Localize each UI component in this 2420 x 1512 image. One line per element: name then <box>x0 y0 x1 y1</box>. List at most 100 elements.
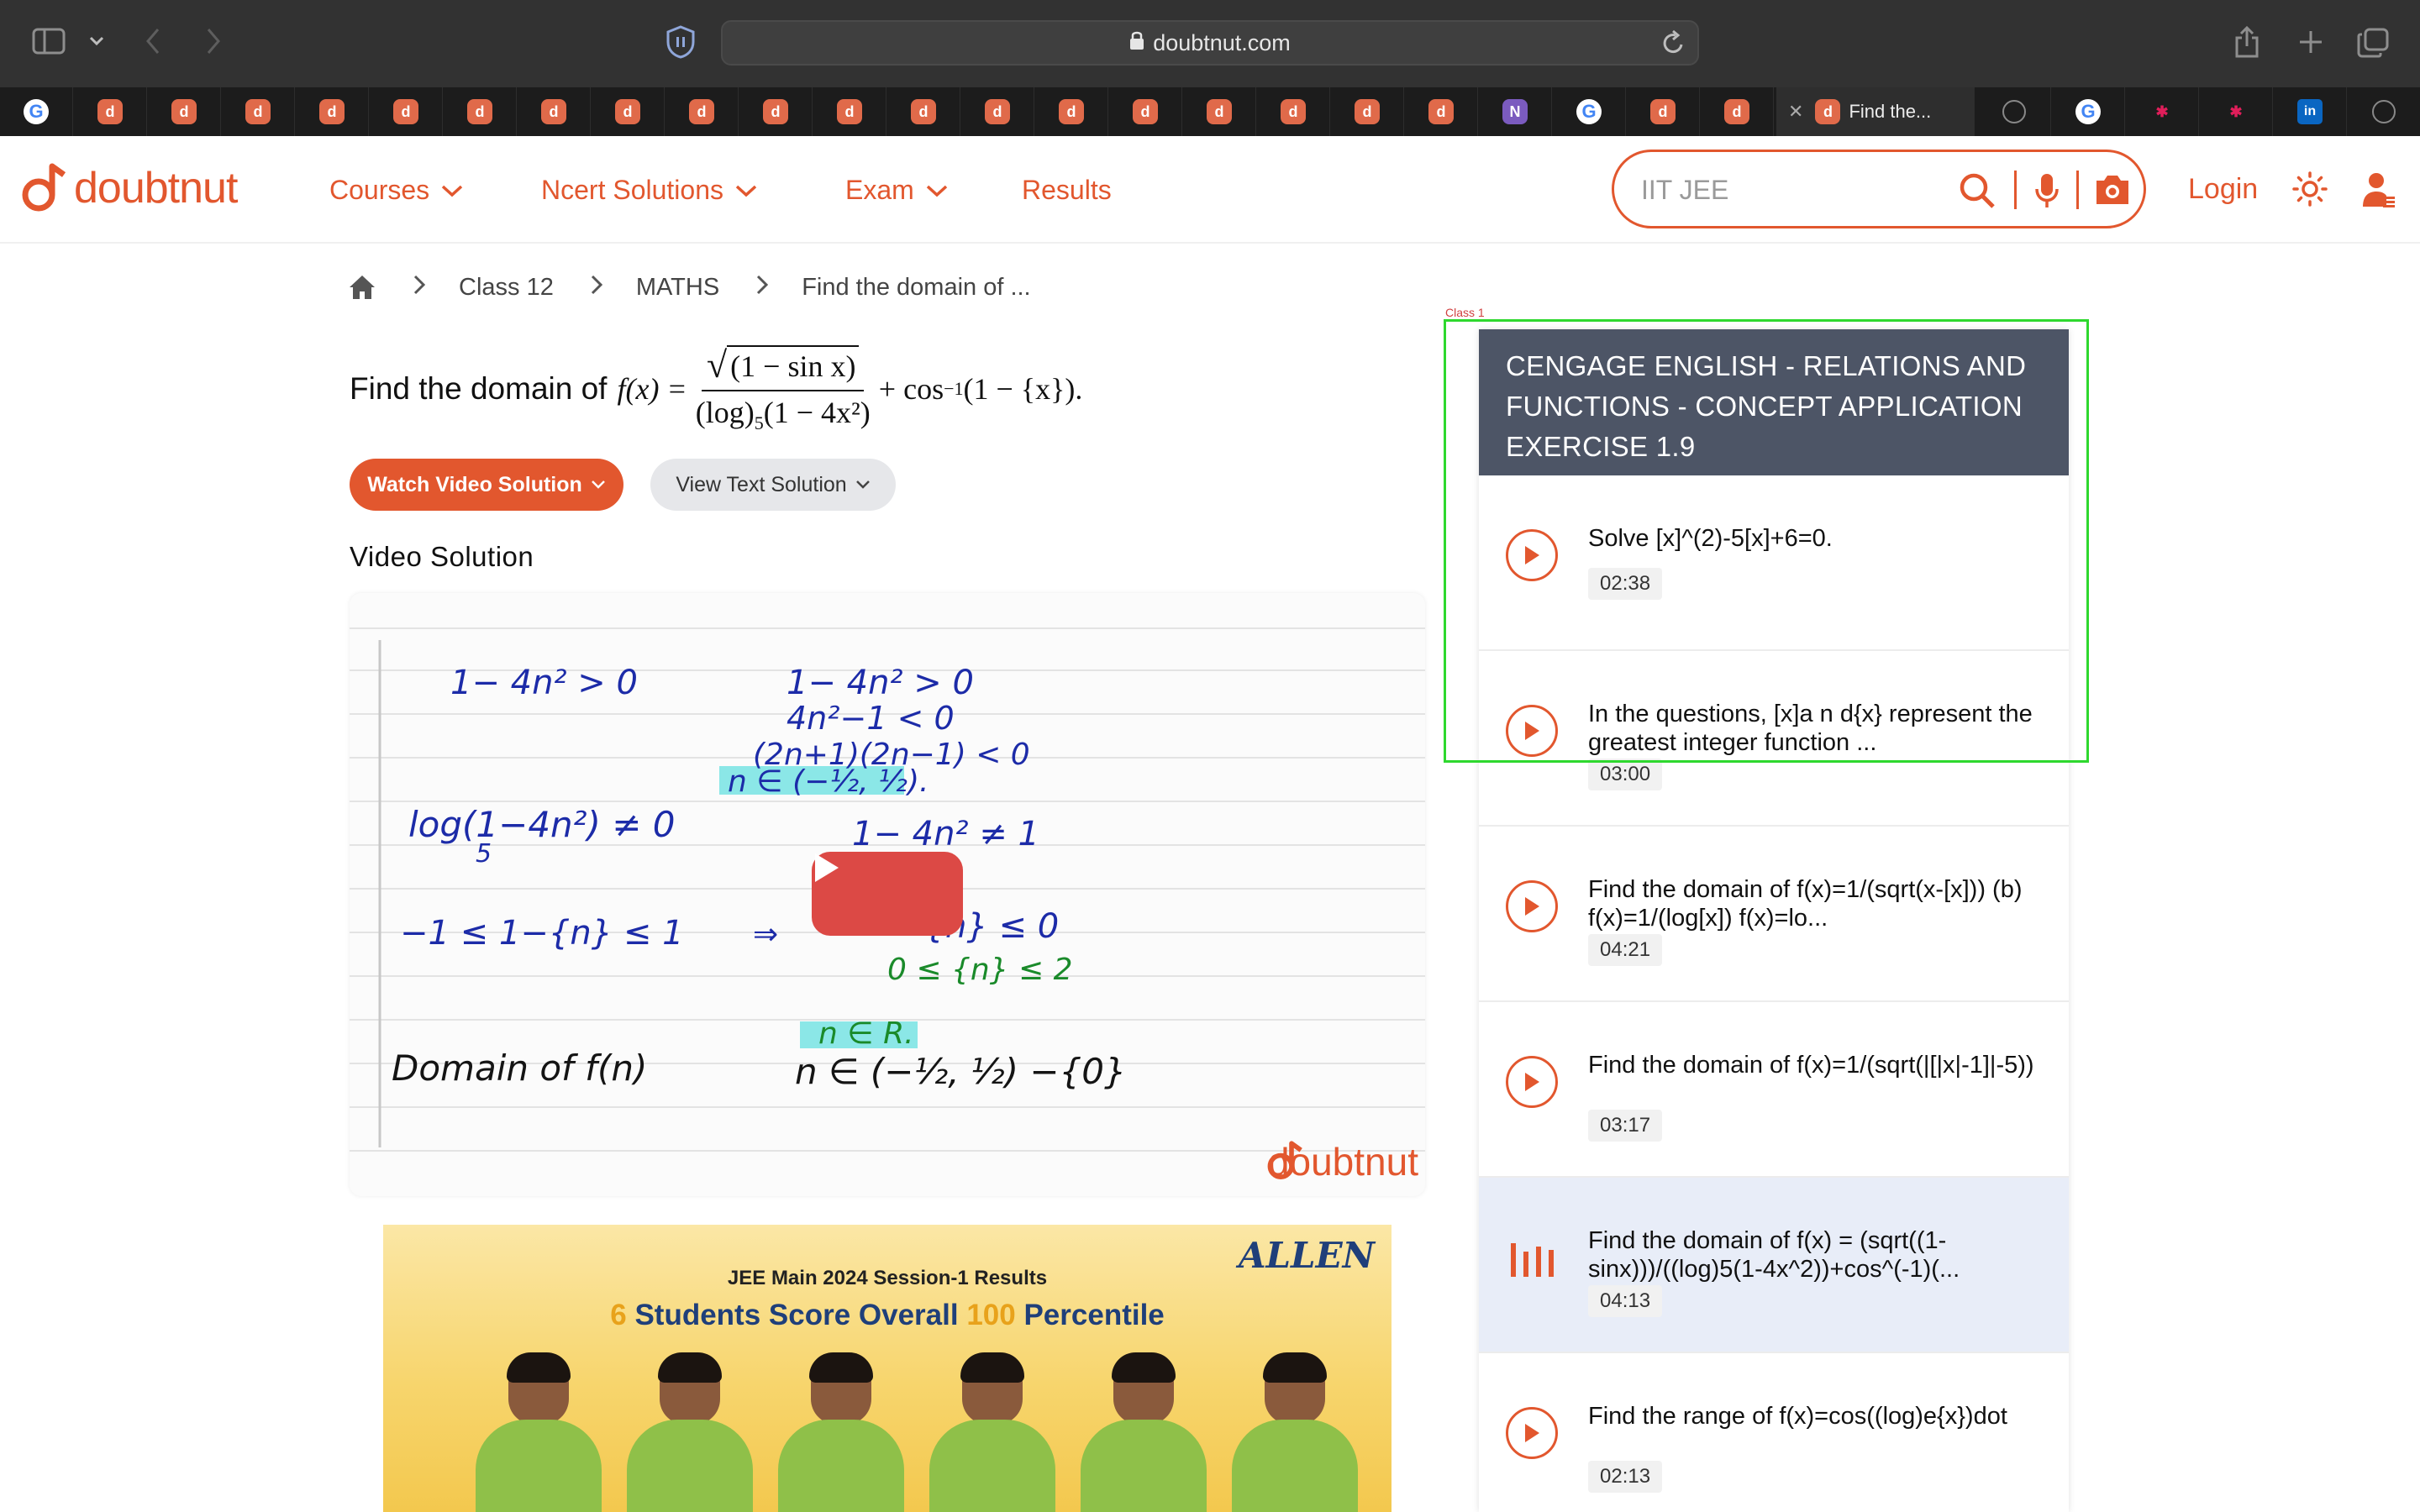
play-icon[interactable] <box>1506 1056 1558 1108</box>
google-icon: G <box>24 99 49 124</box>
svg-text:5: 5 <box>476 839 492 869</box>
browser-tab[interactable]: d <box>592 87 665 136</box>
play-icon[interactable] <box>1506 880 1558 932</box>
nav-courses[interactable]: Courses <box>329 175 463 206</box>
video-player[interactable]: 1− 4n² > 0 1− 4n² > 0 4n²−1 < 0 (2n+1)(2… <box>350 593 1425 1196</box>
ad-subheadline: 6 Students Score Overall 100 Percentile <box>383 1299 1392 1332</box>
breadcrumb-subject[interactable]: MATHS <box>636 274 719 302</box>
related-video-item[interactable]: Find the range of f(x)=cos((log)e{x})dot… <box>1479 1353 2069 1512</box>
student-photo <box>476 1352 602 1512</box>
theme-toggle-icon[interactable] <box>2292 171 2328 207</box>
tab-active[interactable]: ✕ d Find the... <box>1776 87 1975 136</box>
search-icon[interactable] <box>1959 172 1996 209</box>
breadcrumb-class[interactable]: Class 12 <box>459 274 554 302</box>
browser-tab[interactable]: G <box>2052 87 2125 136</box>
browser-tab[interactable]: G <box>1553 87 1626 136</box>
browser-tab[interactable]: d <box>1109 87 1182 136</box>
doubtnut-icon: d <box>763 99 788 124</box>
nav-ncert-solutions[interactable]: Ncert Solutions <box>541 175 757 206</box>
browser-tab[interactable]: d <box>1035 87 1108 136</box>
allen-advertisement[interactable]: ALLEN JEE Main 2024 Session-1 Results 6 … <box>383 1225 1392 1512</box>
close-tab-icon[interactable]: ✕ <box>1788 101 1803 123</box>
related-video-item[interactable]: Find the domain of f(x)=1/(sqrt(|[|x|-1]… <box>1479 1002 2069 1178</box>
video-play-button[interactable] <box>812 852 963 936</box>
nav-results[interactable]: Results <box>1022 175 1112 206</box>
camera-icon[interactable] <box>2093 172 2132 207</box>
related-video-title: Find the domain of f(x) = (sqrt((1-sinx)… <box>1588 1227 1960 1283</box>
nav-exam[interactable]: Exam <box>845 175 948 206</box>
chevron-right-icon <box>413 274 426 302</box>
google-icon: G <box>1576 99 1602 124</box>
related-video-item[interactable]: Find the domain of f(x)=1/(sqrt(x-[x])) … <box>1479 827 2069 1002</box>
doubtnut-logo[interactable]: doubtnut <box>18 161 238 215</box>
browser-tab[interactable]: d <box>74 87 147 136</box>
doubtnut-icon: d <box>319 99 345 124</box>
user-icon[interactable] <box>2363 171 2396 208</box>
formula-radicand: (1 − sin x) <box>727 345 860 384</box>
browser-tab[interactable]: d <box>222 87 295 136</box>
play-icon[interactable] <box>1506 1407 1558 1459</box>
doubtnut-icon: d <box>1281 99 1306 124</box>
browser-tab[interactable]: N <box>1479 87 1552 136</box>
new-tab-icon[interactable] <box>2296 27 2326 57</box>
microphone-icon[interactable] <box>2034 172 2060 209</box>
browser-tab[interactable]: d <box>1701 87 1774 136</box>
browser-tab[interactable]: d <box>666 87 739 136</box>
compass-icon <box>2002 100 2026 123</box>
browser-tab[interactable]: ✱ <box>2200 87 2273 136</box>
watch-video-solution-button[interactable]: Watch Video Solution <box>350 459 623 511</box>
browser-tab[interactable]: d <box>148 87 221 136</box>
url-text: doubtnut.com <box>1153 29 1291 55</box>
address-bar[interactable]: doubtnut.com <box>721 20 1699 66</box>
browser-tab[interactable]: d <box>518 87 591 136</box>
browser-tab[interactable]: d <box>813 87 886 136</box>
browser-tab[interactable]: d <box>1627 87 1700 136</box>
tab-strip: ✕ d Find the... Gd d d d d d d d d d d d d d d d d d d N Gd d… <box>0 87 2420 136</box>
browser-tab[interactable]: G <box>0 87 73 136</box>
browser-tab[interactable] <box>1978 87 2051 136</box>
browser-tab[interactable]: d <box>1183 87 1256 136</box>
browser-tab[interactable]: d <box>296 87 369 136</box>
formula-inverse: −1 <box>944 378 964 399</box>
browser-tab[interactable]: d <box>887 87 960 136</box>
browser-tab[interactable]: d <box>444 87 517 136</box>
browser-tab[interactable]: d <box>1257 87 1330 136</box>
video-duration-badge: 04:13 <box>1588 1285 1663 1317</box>
doubtnut-icon: d <box>171 99 197 124</box>
doubtnut-icon: d <box>1815 99 1841 124</box>
doubtnut-icon: d <box>1355 99 1380 124</box>
search-input[interactable] <box>1639 171 1962 209</box>
browser-tab[interactable] <box>2348 87 2420 136</box>
sidebar-toggle-icon[interactable] <box>32 27 66 55</box>
forward-icon[interactable] <box>200 27 227 55</box>
google-icon: G <box>2075 99 2101 124</box>
related-video-title: Find the domain of f(x)=1/(sqrt(|[|x|-1]… <box>1588 1052 2034 1079</box>
active-tab-title: Find the... <box>1849 101 1932 122</box>
home-icon[interactable] <box>348 274 376 301</box>
related-video-item[interactable]: Find the domain of f(x) = (sqrt((1-sinx)… <box>1479 1178 2069 1353</box>
browser-tab[interactable]: d <box>1405 87 1478 136</box>
chrome-icon <box>2372 100 2396 123</box>
tab-overview-icon[interactable] <box>2356 27 2390 59</box>
chevron-down-icon[interactable] <box>87 32 106 50</box>
browser-tab[interactable]: d <box>739 87 813 136</box>
browser-tab[interactable]: ✱ <box>2126 87 2199 136</box>
browser-tab[interactable]: d <box>1331 87 1404 136</box>
ad-sub-number2: 100 <box>966 1299 1016 1331</box>
view-text-solution-button[interactable]: View Text Solution <box>650 459 896 511</box>
reload-icon[interactable] <box>1660 29 1686 62</box>
back-icon[interactable] <box>139 27 166 55</box>
formula-den-rest: (1 − 4x²) <box>763 395 871 429</box>
browser-tab[interactable]: d <box>370 87 443 136</box>
nav-courses-label: Courses <box>329 175 430 205</box>
video-duration-badge: 03:17 <box>1588 1110 1663 1142</box>
login-link[interactable]: Login <box>2188 173 2258 206</box>
shield-icon[interactable] <box>664 25 697 59</box>
share-icon[interactable] <box>2232 25 2262 59</box>
browser-tab[interactable]: d <box>961 87 1034 136</box>
related-video-title: Find the domain of f(x)=1/(sqrt(x-[x])) … <box>1588 876 2023 932</box>
browser-toolbar: doubtnut.com <box>0 0 2420 87</box>
nav-ncert-label: Ncert Solutions <box>541 175 723 205</box>
play-icon <box>815 853 839 882</box>
browser-tab[interactable]: in <box>2274 87 2347 136</box>
